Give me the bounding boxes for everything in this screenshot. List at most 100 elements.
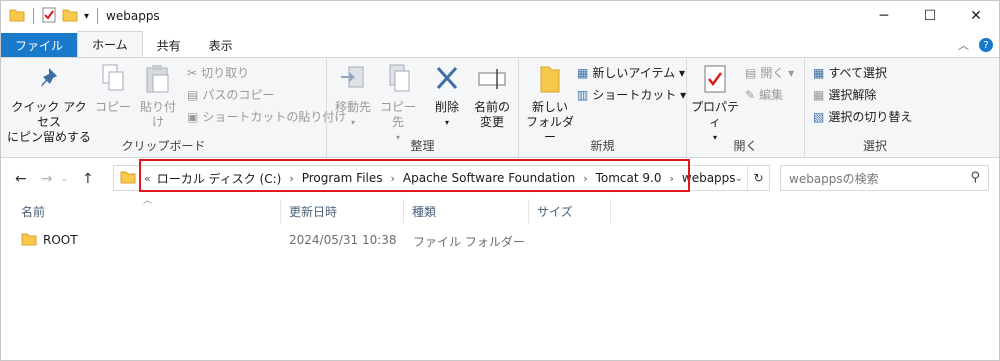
copy-path-button[interactable]: ▤ パスのコピー [187, 86, 274, 103]
properties-icon [702, 62, 728, 96]
customize-quick-access-icon[interactable]: ▾ [84, 11, 89, 22]
cut-button[interactable]: ✂ 切り取り [187, 64, 249, 81]
paste-button[interactable]: 貼り付け [135, 62, 181, 130]
select-all-icon: ▦ [813, 65, 825, 80]
select-group: ▦ すべて選択 ▦ 選択解除 ▧ 選択の切り替え 選択 [805, 58, 945, 157]
paste-icon [144, 62, 172, 96]
properties-quick-icon[interactable] [42, 7, 56, 26]
copy-to-label: コピー先 [379, 100, 416, 129]
delete-dropdown-icon: ▾ [444, 118, 449, 127]
move-to-icon [339, 62, 367, 96]
select-none-button[interactable]: ▦ 選択解除 [813, 86, 876, 103]
rename-button[interactable]: 名前の 変更 [471, 62, 513, 130]
scissors-icon: ✂ [187, 65, 198, 80]
organize-group-label: 整理 [410, 139, 435, 153]
refresh-icon[interactable]: ↻ [747, 166, 769, 190]
select-all-button[interactable]: ▦ すべて選択 [813, 64, 887, 81]
edit-button[interactable]: ✎ 編集 [745, 86, 783, 103]
copy-path-icon: ▤ [187, 87, 199, 102]
delete-icon [433, 62, 461, 96]
cut-label: 切り取り [201, 66, 250, 80]
address-dropdown-icon[interactable]: ⌄ [735, 166, 743, 190]
up-arrow-icon[interactable]: ↑ [82, 171, 94, 187]
forward-arrow-icon[interactable]: → [41, 171, 53, 187]
column-size[interactable]: サイズ [529, 199, 611, 223]
search-input[interactable]: webappsの検索 ⚲ [780, 165, 989, 191]
open-button[interactable]: ▤ 開く ▾ [745, 64, 794, 81]
new-item-button[interactable]: ▦ 新しいアイテム ▾ [577, 64, 685, 81]
column-type[interactable]: 種類 [404, 199, 529, 223]
invert-selection-label: 選択の切り替え [828, 110, 913, 124]
tab-file[interactable]: ファイル [1, 33, 78, 57]
minimize-button[interactable]: ─ [861, 1, 907, 31]
list-item[interactable]: ROOT [21, 231, 78, 249]
copy-to-icon [384, 62, 412, 96]
organize-group: 移動先 ▾ コピー先 ▾ 削除 ▾ 名前の 変更 整理 [327, 58, 519, 157]
delete-label: 削除 [434, 100, 459, 114]
copy-path-label: パスのコピー [202, 88, 275, 102]
invert-selection-button[interactable]: ▧ 選択の切り替え [813, 108, 912, 125]
location-folder-icon [120, 170, 136, 187]
back-arrow-icon[interactable]: ← [15, 171, 27, 187]
new-item-icon: ▦ [577, 65, 589, 80]
paste-shortcut-label: ショートカットの貼り付け [202, 110, 347, 124]
properties-button[interactable]: プロパティ ▾ [689, 62, 741, 145]
select-all-label: すべて選択 [828, 66, 888, 80]
column-modified[interactable]: 更新日時 [281, 199, 404, 223]
rename-label: 名前の 変更 [473, 100, 510, 129]
new-folder-icon [538, 62, 562, 96]
properties-label: プロパティ [690, 100, 739, 129]
column-name[interactable]: 名前 [1, 199, 281, 223]
new-group-label: 新規 [590, 139, 615, 153]
move-to-button[interactable]: 移動先 ▾ [333, 62, 373, 130]
tab-home[interactable]: ホーム [77, 31, 143, 57]
highlight-annotation [139, 159, 690, 192]
easy-access-icon: ▥ [577, 87, 589, 102]
new-folder-button[interactable]: 新しい フォルダー [523, 62, 577, 145]
copy-to-button[interactable]: コピー先 ▾ [375, 62, 421, 145]
invert-selection-icon: ▧ [813, 109, 825, 124]
move-to-label: 移動先 [334, 100, 371, 114]
open-icon: ▤ [745, 65, 757, 80]
folder-icon [9, 8, 25, 25]
new-folder-quick-icon[interactable] [62, 8, 78, 25]
pin-icon [35, 62, 63, 96]
new-group: 新しい フォルダー ▦ 新しいアイテム ▾ ▥ ショートカット ▾ 新規 [519, 58, 687, 157]
new-item-label: 新しいアイテム ▾ [592, 66, 685, 80]
title-bar: ▾ webapps ─ ☐ ✕ [1, 1, 999, 31]
rename-icon [477, 62, 507, 96]
pin-quick-access-button[interactable]: クイック アクセス にピン留めする [7, 62, 91, 145]
open-group: プロパティ ▾ ▤ 開く ▾ ✎ 編集 開く [687, 58, 805, 157]
folder-icon [21, 232, 37, 249]
recent-locations-chevron-icon[interactable]: ⌄ [60, 174, 68, 184]
paste-shortcut-button[interactable]: ▣ ショートカットの貼り付け [187, 108, 346, 125]
maximize-button[interactable]: ☐ [907, 1, 953, 31]
close-button[interactable]: ✕ [953, 1, 999, 31]
ribbon-tabs: ファイル ホーム 共有 表示 ︿ ? [1, 31, 999, 57]
file-name: ROOT [43, 233, 78, 247]
search-placeholder: webappsの検索 [789, 171, 879, 186]
paste-label: 貼り付け [139, 100, 176, 129]
copy-button[interactable]: コピー [93, 62, 133, 115]
clipboard-group: クイック アクセス にピン留めする コピー 貼り付け ✂ 切り取り ▤ パスのコピー… [1, 58, 346, 157]
copy-icon [99, 62, 127, 96]
tab-share[interactable]: 共有 [143, 33, 195, 57]
ribbon: クイック アクセス にピン留めする コピー 貼り付け ✂ 切り取り ▤ パスのコピー… [1, 57, 999, 158]
copy-label: コピー [94, 100, 131, 114]
select-none-icon: ▦ [813, 87, 825, 102]
select-none-label: 選択解除 [828, 88, 877, 102]
window-title: webapps [106, 9, 160, 23]
delete-button[interactable]: 削除 ▾ [427, 62, 467, 130]
open-group-label: 開く [733, 139, 758, 153]
paste-shortcut-icon: ▣ [187, 109, 199, 124]
search-icon: ⚲ [970, 170, 980, 185]
select-group-label: 選択 [862, 139, 887, 153]
easy-access-button[interactable]: ▥ ショートカット ▾ [577, 86, 686, 103]
tab-view[interactable]: 表示 [195, 33, 247, 57]
clipboard-group-label: クリップボード [121, 139, 206, 153]
help-icon[interactable]: ? [979, 38, 993, 52]
column-headers: 名前 更新日時 種類 サイズ [1, 197, 999, 225]
edit-label: 編集 [759, 88, 784, 102]
collapse-ribbon-icon[interactable]: ︿ [958, 37, 969, 53]
easy-access-label: ショートカット ▾ [592, 88, 687, 102]
